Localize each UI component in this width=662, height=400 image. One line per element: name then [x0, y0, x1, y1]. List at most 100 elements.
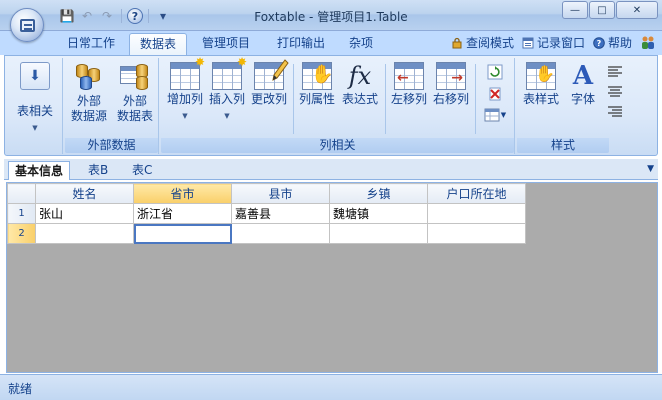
ribbon-right-links: 查阅模式 记录窗口 ? 帮助: [451, 34, 656, 51]
column-header[interactable]: 姓名: [35, 183, 134, 204]
table-row: 2: [7, 223, 526, 244]
close-button[interactable]: ✕: [616, 1, 658, 19]
table-cell[interactable]: [329, 223, 428, 244]
align-left-icon[interactable]: [607, 66, 623, 78]
move-left-label: 左移列: [390, 92, 427, 106]
table-cell[interactable]: 魏塘镇: [329, 203, 428, 224]
table-style-label: 表样式: [522, 92, 559, 106]
record-window-link[interactable]: 记录窗口: [522, 34, 585, 51]
users-icon[interactable]: [640, 35, 656, 51]
lookup-mode-link[interactable]: 查阅模式: [451, 34, 514, 51]
tab-print-output[interactable]: 打印输出: [270, 33, 332, 55]
status-bar: 就绪: [0, 374, 662, 400]
separator: [293, 64, 294, 134]
insert-column-button[interactable]: ✸ 插入列 ▼: [207, 56, 247, 124]
external-source-button[interactable]: 外部 数据源: [67, 62, 111, 124]
column-header[interactable]: 县市: [231, 183, 330, 204]
hand-icon: ✋: [302, 62, 333, 90]
insert-column-label: 插入列: [208, 92, 245, 106]
refresh-icon[interactable]: [487, 64, 503, 80]
sheet-tab-basic-info[interactable]: 基本信息: [8, 161, 71, 180]
tab-data-table[interactable]: 数据表: [129, 33, 187, 55]
move-right-label: 右移列: [432, 92, 469, 106]
svg-text:?: ?: [597, 39, 602, 48]
external-source-label-2: 数据源: [70, 109, 107, 123]
selected-cell[interactable]: [133, 223, 232, 244]
table-cell[interactable]: [35, 223, 134, 244]
fx-icon: fx: [348, 62, 372, 90]
tab-manage-project[interactable]: 管理项目: [195, 33, 257, 55]
database-table-icon: [120, 62, 150, 92]
help-link[interactable]: ? 帮助: [593, 34, 632, 51]
sheet-tab-b[interactable]: 表B: [82, 161, 114, 180]
record-window-label: 记录窗口: [536, 36, 585, 50]
maximize-button[interactable]: □: [589, 1, 615, 19]
table-style-button[interactable]: ✋ 表样式: [519, 62, 563, 107]
app-menu-icon: [20, 19, 35, 32]
table-related-button[interactable]: ⬇ 表相关 ▼: [13, 62, 57, 136]
chevron-down-icon: ▼: [224, 112, 230, 120]
chevron-down-icon: ▼: [500, 111, 507, 119]
move-left-button[interactable]: ← 左移列: [389, 62, 429, 107]
external-source-label-1: 外部: [76, 94, 101, 108]
modify-column-label: 更改列: [250, 92, 287, 106]
external-table-label-2: 数据表: [116, 109, 153, 123]
tab-daily-work[interactable]: 日常工作: [60, 33, 122, 55]
table-cell[interactable]: 张山: [35, 203, 134, 224]
font-label: 字体: [570, 92, 595, 106]
help-label: 帮助: [607, 36, 632, 50]
ribbon-tabs: 日常工作 数据表 管理项目 打印输出 杂项 查阅模式 记录窗口 ? 帮助: [0, 31, 662, 55]
external-table-label-1: 外部: [122, 94, 147, 108]
external-table-button[interactable]: 外部 数据表: [113, 62, 157, 124]
group-column-related: ✸ 增加列 ▼ ✸ 插入列 ▼ 更改列 ✋ 列属性 fx 表达式 ← 左移列 →…: [161, 56, 515, 154]
column-props-label: 列属性: [298, 92, 335, 106]
add-column-button[interactable]: ✸ 增加列 ▼: [165, 56, 205, 124]
row-header[interactable]: 2: [7, 223, 36, 244]
separator: [385, 64, 386, 134]
column-header[interactable]: 户口所在地: [427, 183, 526, 204]
column-props-button[interactable]: ✋ 列属性: [297, 62, 337, 107]
minimize-button[interactable]: —: [562, 1, 588, 19]
move-right-button[interactable]: → 右移列: [431, 62, 471, 107]
table-cell[interactable]: 嘉善县: [231, 203, 330, 224]
table-cell[interactable]: 浙江省: [133, 203, 232, 224]
sheet-tab-c[interactable]: 表C: [126, 161, 158, 180]
tab-misc[interactable]: 杂项: [343, 33, 379, 55]
move-left-icon: ←: [394, 62, 424, 90]
group-table-related: ⬇ 表相关 ▼: [7, 58, 63, 154]
column-layout-dropdown[interactable]: ▼: [484, 108, 506, 122]
column-related-group-label: 列相关: [161, 138, 514, 153]
expression-button[interactable]: fx 表达式: [339, 62, 381, 107]
column-header[interactable]: 乡镇: [329, 183, 428, 204]
row-header[interactable]: 1: [7, 203, 36, 224]
modify-column-button[interactable]: 更改列: [249, 59, 289, 107]
status-text: 就绪: [8, 382, 33, 396]
help-icon: ?: [593, 36, 605, 49]
window-controls: — □ ✕: [562, 1, 658, 19]
align-center-icon[interactable]: [607, 86, 623, 98]
group-style: ✋ 表样式 A 字体 样式: [517, 58, 633, 154]
sheet-list-dropdown-icon[interactable]: ▼: [647, 164, 654, 174]
font-icon: A: [572, 61, 594, 91]
corner-cell[interactable]: [7, 183, 36, 204]
sheet-tabs-bar: 基本信息 表B 表C ▼: [4, 159, 658, 180]
table-cell[interactable]: [231, 223, 330, 244]
table-cell[interactable]: [427, 203, 526, 224]
table-cell[interactable]: [427, 223, 526, 244]
arrow-down-icon: ⬇: [20, 62, 50, 90]
grid-area: 姓名 省市 县市 乡镇 户口所在地 1 张山 浙江省 嘉善县 魏塘镇 2: [6, 182, 658, 373]
expression-label: 表达式: [341, 92, 378, 106]
alignment-tools: [607, 66, 623, 118]
chevron-down-icon: ▼: [182, 112, 188, 120]
lookup-mode-label: 查阅模式: [465, 36, 514, 50]
external-data-group-label: 外部数据: [65, 138, 158, 153]
separator: [475, 64, 476, 134]
align-right-icon[interactable]: [607, 106, 623, 118]
column-header[interactable]: 省市: [133, 183, 232, 204]
add-column-icon: ✸: [170, 56, 205, 90]
chevron-down-icon: ▼: [32, 124, 38, 132]
table-row: 1 张山 浙江省 嘉善县 魏塘镇: [7, 203, 526, 224]
app-menu-button[interactable]: [10, 8, 44, 42]
delete-column-icon[interactable]: [487, 86, 503, 102]
font-button[interactable]: A 字体: [563, 62, 603, 107]
